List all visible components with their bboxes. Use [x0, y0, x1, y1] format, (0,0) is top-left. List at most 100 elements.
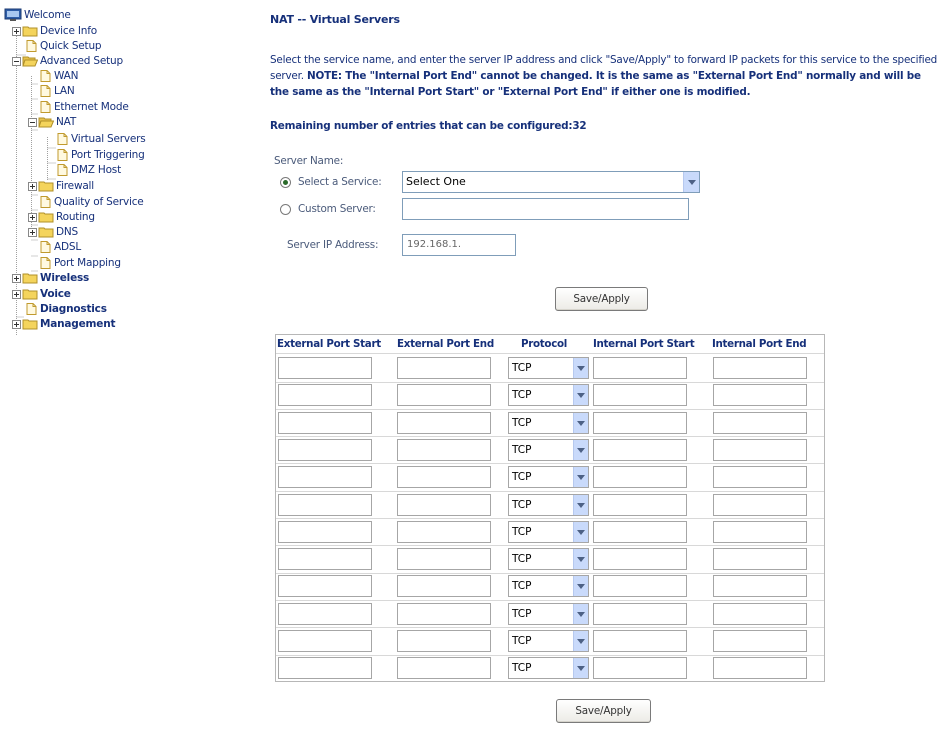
- sidebar-item-virtual-servers[interactable]: Virtual Servers: [57, 132, 146, 146]
- internal-port-start-input[interactable]: [593, 548, 687, 571]
- external-port-start-input[interactable]: [278, 548, 372, 571]
- expand-icon[interactable]: [12, 290, 21, 299]
- internal-port-end-input[interactable]: [713, 520, 807, 543]
- internal-port-end-input[interactable]: [713, 357, 807, 379]
- external-port-end-input[interactable]: [397, 493, 491, 516]
- select-service-radio[interactable]: [280, 177, 291, 188]
- protocol-select[interactable]: TCP: [508, 438, 589, 461]
- internal-port-end-input[interactable]: [713, 548, 807, 571]
- internal-port-start-input[interactable]: [593, 575, 687, 598]
- external-port-start-input[interactable]: [278, 602, 372, 625]
- protocol-select[interactable]: TCP: [508, 575, 589, 598]
- sidebar-item-voice[interactable]: Voice: [22, 287, 71, 301]
- sidebar-item-management[interactable]: Management: [22, 317, 115, 331]
- external-port-end-input[interactable]: [397, 438, 491, 461]
- external-port-start-input[interactable]: [278, 466, 372, 489]
- expand-icon[interactable]: [28, 213, 37, 222]
- internal-port-start-input[interactable]: [593, 520, 687, 543]
- expand-icon[interactable]: [12, 27, 21, 36]
- external-port-start-input[interactable]: [278, 493, 372, 516]
- sidebar-item-quick-setup[interactable]: Quick Setup: [26, 39, 102, 53]
- document-icon: [26, 40, 40, 52]
- protocol-select[interactable]: TCP: [508, 466, 589, 489]
- service-select[interactable]: Select One: [402, 171, 700, 193]
- sidebar-item-wan[interactable]: WAN: [40, 69, 78, 83]
- external-port-end-input[interactable]: [397, 411, 491, 434]
- sidebar-item-dmz-host[interactable]: DMZ Host: [57, 163, 121, 177]
- sidebar-item-welcome[interactable]: Welcome: [4, 8, 71, 22]
- expand-icon[interactable]: [12, 274, 21, 283]
- sidebar-item-label: NAT: [56, 115, 77, 128]
- protocol-select[interactable]: TCP: [508, 657, 589, 680]
- protocol-select[interactable]: TCP: [508, 630, 589, 652]
- sidebar-item-advanced-setup[interactable]: Advanced Setup: [22, 54, 123, 68]
- external-port-end-input[interactable]: [397, 575, 491, 598]
- external-port-end-input[interactable]: [397, 357, 491, 379]
- external-port-end-input[interactable]: [397, 520, 491, 543]
- protocol-select[interactable]: TCP: [508, 520, 589, 543]
- custom-server-input[interactable]: [402, 198, 689, 220]
- expand-icon[interactable]: [12, 320, 21, 329]
- external-port-start-input[interactable]: [278, 630, 372, 652]
- server-ip-input[interactable]: 192.168.1.: [402, 234, 516, 256]
- external-port-end-input[interactable]: [397, 602, 491, 625]
- internal-port-end-input[interactable]: [713, 630, 807, 652]
- internal-port-end-input[interactable]: [713, 466, 807, 489]
- sidebar-item-port-mapping[interactable]: Port Mapping: [40, 256, 121, 270]
- sidebar-item-quality-of-service[interactable]: Quality of Service: [40, 195, 144, 209]
- chevron-down-icon: [573, 631, 588, 651]
- internal-port-end-input[interactable]: [713, 411, 807, 434]
- protocol-select[interactable]: TCP: [508, 493, 589, 516]
- sidebar-item-diagnostics[interactable]: Diagnostics: [26, 302, 107, 316]
- protocol-select[interactable]: TCP: [508, 602, 589, 625]
- internal-port-end-input[interactable]: [713, 575, 807, 598]
- internal-port-start-input[interactable]: [593, 411, 687, 434]
- sidebar-item-ethernet-mode[interactable]: Ethernet Mode: [40, 100, 129, 114]
- protocol-select[interactable]: TCP: [508, 548, 589, 571]
- external-port-start-input[interactable]: [278, 357, 372, 379]
- sidebar-item-lan[interactable]: LAN: [40, 84, 75, 98]
- internal-port-start-input[interactable]: [593, 657, 687, 680]
- internal-port-start-input[interactable]: [593, 357, 687, 379]
- sidebar-item-firewall[interactable]: Firewall: [38, 179, 94, 193]
- external-port-end-input[interactable]: [397, 548, 491, 571]
- protocol-select[interactable]: TCP: [508, 357, 589, 379]
- expand-icon[interactable]: [28, 228, 37, 237]
- sidebar-item-port-triggering[interactable]: Port Triggering: [57, 148, 145, 162]
- protocol-select[interactable]: TCP: [508, 411, 589, 434]
- sidebar-item-dns[interactable]: DNS: [38, 225, 78, 239]
- protocol-select[interactable]: TCP: [508, 384, 589, 407]
- internal-port-start-input[interactable]: [593, 438, 687, 461]
- internal-port-start-input[interactable]: [593, 630, 687, 652]
- save-apply-bottom-button[interactable]: Save/Apply: [556, 699, 651, 723]
- expand-icon[interactable]: [28, 182, 37, 191]
- internal-port-end-input[interactable]: [713, 602, 807, 625]
- sidebar-item-nat[interactable]: NAT: [38, 115, 76, 129]
- internal-port-start-input[interactable]: [593, 493, 687, 516]
- sidebar-item-device-info[interactable]: Device Info: [22, 24, 97, 38]
- external-port-start-input[interactable]: [278, 657, 372, 680]
- sidebar-item-adsl[interactable]: ADSL: [40, 240, 81, 254]
- external-port-start-input[interactable]: [278, 384, 372, 407]
- collapse-icon[interactable]: [28, 118, 37, 127]
- internal-port-start-input[interactable]: [593, 602, 687, 625]
- external-port-end-input[interactable]: [397, 466, 491, 489]
- internal-port-end-input[interactable]: [713, 657, 807, 680]
- custom-server-radio[interactable]: [280, 204, 291, 215]
- collapse-icon[interactable]: [12, 57, 21, 66]
- save-apply-button[interactable]: Save/Apply: [555, 287, 648, 311]
- internal-port-end-input[interactable]: [713, 493, 807, 516]
- internal-port-end-input[interactable]: [713, 438, 807, 461]
- external-port-start-input[interactable]: [278, 520, 372, 543]
- internal-port-start-input[interactable]: [593, 466, 687, 489]
- external-port-end-input[interactable]: [397, 657, 491, 680]
- external-port-end-input[interactable]: [397, 630, 491, 652]
- external-port-end-input[interactable]: [397, 384, 491, 407]
- external-port-start-input[interactable]: [278, 411, 372, 434]
- sidebar-item-wireless[interactable]: Wireless: [22, 271, 89, 285]
- external-port-start-input[interactable]: [278, 575, 372, 598]
- external-port-start-input[interactable]: [278, 438, 372, 461]
- sidebar-item-routing[interactable]: Routing: [38, 210, 95, 224]
- internal-port-end-input[interactable]: [713, 384, 807, 407]
- internal-port-start-input[interactable]: [593, 384, 687, 407]
